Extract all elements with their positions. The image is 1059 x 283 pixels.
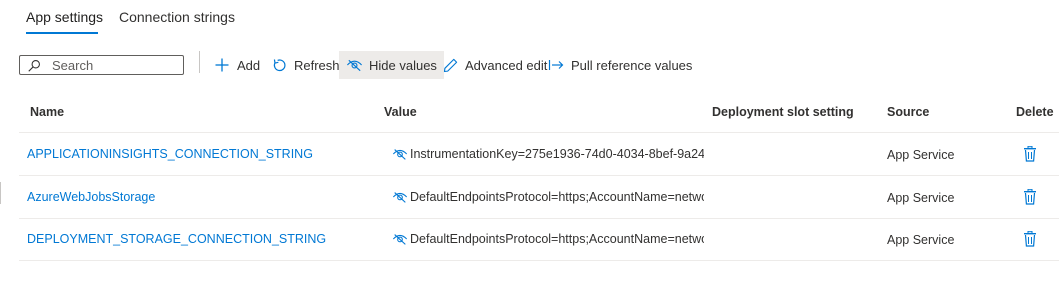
setting-name-link[interactable]: AzureWebJobsStorage — [27, 190, 155, 204]
refresh-icon — [270, 56, 288, 74]
search-icon — [28, 60, 40, 72]
setting-name-link[interactable]: DEPLOYMENT_STORAGE_CONNECTION_STRING — [27, 232, 326, 246]
advanced-edit-button[interactable]: Advanced edit — [441, 51, 547, 79]
column-header-value[interactable]: Value — [384, 105, 417, 119]
setting-name-link[interactable]: APPLICATIONINSIGHTS_CONNECTION_STRING — [27, 147, 313, 161]
setting-value-text: InstrumentationKey=275e1936-74d0-4034-8b… — [410, 147, 704, 161]
setting-value: DefaultEndpointsProtocol=https;AccountNa… — [392, 232, 704, 246]
eye-hide-icon[interactable] — [392, 190, 408, 204]
eye-hide-icon[interactable] — [392, 147, 408, 161]
trash-icon[interactable] — [1023, 189, 1037, 205]
hide-values-label: Hide values — [369, 57, 437, 73]
add-label: Add — [237, 57, 261, 73]
add-button[interactable]: Add — [213, 51, 260, 79]
table-row: APPLICATIONINSIGHTS_CONNECTION_STRING In… — [19, 133, 1059, 176]
hide-values-button[interactable]: Hide values — [339, 51, 444, 79]
trash-icon[interactable] — [1023, 231, 1037, 247]
column-header-source[interactable]: Source — [887, 105, 929, 119]
table-header: Name Value Deployment slot setting Sourc… — [19, 90, 1059, 133]
setting-source: App Service — [887, 233, 955, 247]
eye-hide-icon[interactable] — [392, 232, 408, 246]
trash-icon[interactable] — [1023, 146, 1037, 162]
setting-value-text: DefaultEndpointsProtocol=https;AccountNa… — [410, 190, 704, 204]
pencil-icon — [441, 56, 459, 74]
pull-reference-values-button[interactable]: Pull reference values — [547, 51, 692, 79]
setting-value: DefaultEndpointsProtocol=https;AccountNa… — [392, 190, 704, 204]
pull-reference-label: Pull reference values — [571, 57, 693, 73]
table-row: AzureWebJobsStorage DefaultEndpointsProt… — [19, 176, 1059, 219]
advanced-edit-label: Advanced edit — [465, 57, 548, 73]
tab-app-settings[interactable]: App settings — [26, 9, 103, 25]
tab-bar: App settings Connection strings — [0, 0, 1059, 40]
plus-icon — [213, 56, 231, 74]
column-header-name[interactable]: Name — [30, 105, 64, 119]
tab-connection-strings[interactable]: Connection strings — [119, 9, 235, 25]
setting-source: App Service — [887, 148, 955, 162]
refresh-button[interactable]: Refresh — [270, 51, 340, 79]
eye-hide-icon — [345, 56, 363, 74]
command-bar: Add Refresh Hide values Advanced edit Pu… — [0, 48, 1059, 82]
column-header-delete: Delete — [1016, 105, 1054, 119]
setting-source: App Service — [887, 191, 955, 205]
table-row: DEPLOYMENT_STORAGE_CONNECTION_STRING Def… — [19, 218, 1059, 261]
refresh-label: Refresh — [294, 57, 340, 73]
setting-value: InstrumentationKey=275e1936-74d0-4034-8b… — [392, 147, 704, 161]
search-box[interactable] — [19, 55, 184, 75]
toolbar-divider — [199, 51, 200, 73]
search-input[interactable] — [52, 57, 177, 73]
setting-value-text: DefaultEndpointsProtocol=https;AccountNa… — [410, 232, 704, 246]
row-focus-marker — [0, 182, 1, 204]
arrow-pull-icon — [547, 56, 565, 74]
active-tab-indicator — [26, 32, 98, 34]
column-header-slot-setting[interactable]: Deployment slot setting — [712, 105, 854, 119]
